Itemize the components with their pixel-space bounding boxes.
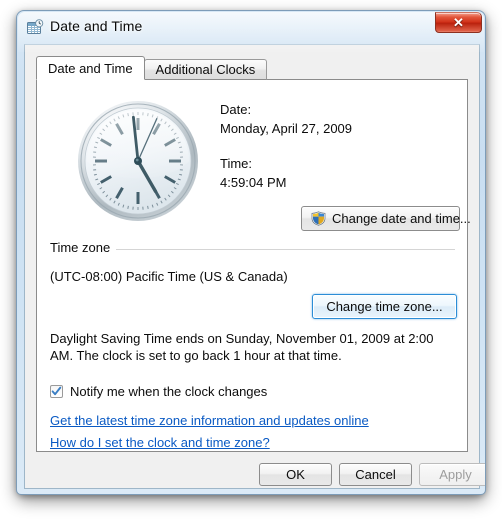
change-date-and-time-button[interactable]: Change date and time...: [301, 206, 471, 231]
button-label: Change time zone...: [326, 299, 443, 314]
time-zone-group-label: Time zone: [50, 240, 117, 255]
date-value: Monday, April 27, 2009: [220, 121, 353, 136]
button-label: Cancel: [355, 467, 396, 482]
desktop-background: Date and Time ✕ Date and Time Additional…: [0, 0, 502, 521]
button-label: Change date and time...: [332, 211, 471, 226]
tab-panel-date-and-time: Date: Monday, April 27, 2009 Time: 4:59:…: [36, 79, 471, 452]
notify-clock-changes-row[interactable]: Notify me when the clock changes: [50, 384, 267, 399]
tab-label: Date and Time: [48, 60, 133, 76]
apply-button: Apply: [419, 463, 485, 486]
time-zone-value: (UTC-08:00) Pacific Time (US & Canada): [50, 269, 288, 284]
link-how-to-set-clock[interactable]: How do I set the clock and time zone?: [50, 435, 270, 450]
analog-clock: [77, 100, 199, 222]
ok-button[interactable]: OK: [259, 463, 332, 486]
change-time-zone-button[interactable]: Change time zone...: [312, 294, 457, 319]
tab-label: Additional Clocks: [155, 62, 256, 77]
close-icon: ✕: [453, 15, 464, 30]
button-label: OK: [286, 467, 305, 482]
notify-clock-changes-label: Notify me when the clock changes: [70, 384, 268, 399]
dialog-client-area: Date and Time Additional Clocks Date: Mo…: [24, 44, 485, 489]
button-label: Apply: [439, 467, 472, 482]
cancel-button[interactable]: Cancel: [339, 463, 412, 486]
close-button[interactable]: ✕: [435, 12, 482, 33]
tab-date-and-time[interactable]: Date and Time: [36, 56, 145, 80]
uac-shield-icon: [311, 211, 326, 226]
date-and-time-dialog: Date and Time ✕ Date and Time Additional…: [16, 10, 486, 495]
date-time-icon: [27, 19, 44, 36]
title-bar[interactable]: Date and Time ✕: [17, 11, 485, 44]
window-title: Date and Time: [50, 18, 143, 34]
tab-additional-clocks[interactable]: Additional Clocks: [143, 59, 268, 80]
notify-clock-changes-checkbox[interactable]: [50, 385, 63, 398]
time-value: 4:59:04 PM: [220, 175, 287, 190]
daylight-saving-text: Daylight Saving Time ends on Sunday, Nov…: [50, 331, 434, 363]
link-time-zone-information[interactable]: Get the latest time zone information and…: [50, 413, 369, 428]
time-label: Time:: [220, 156, 253, 171]
date-label: Date:: [220, 102, 252, 117]
tab-strip: Date and Time Additional Clocks: [36, 56, 268, 80]
